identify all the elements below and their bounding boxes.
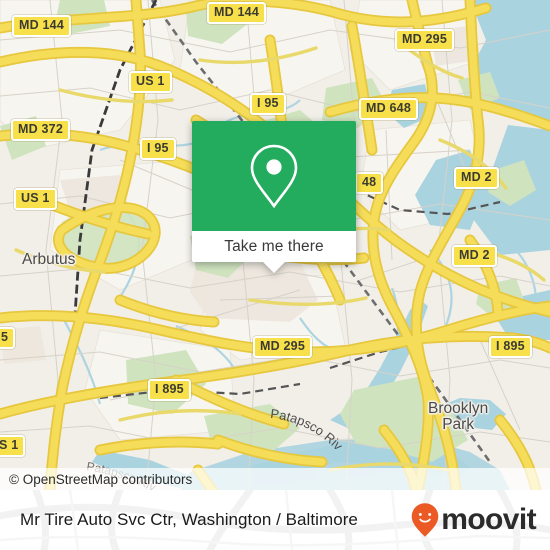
road-shield-md648: MD 648 — [359, 98, 418, 120]
place-label-line-2: Park — [442, 416, 475, 433]
road-shield-i95-a: I 95 — [250, 93, 286, 115]
road-shield-edge-5: 5 — [0, 327, 16, 349]
road-shield-md144-b: MD 144 — [207, 2, 266, 24]
moovit-map-screenshot: MD 144 MD 144 MD 295 US 1 I 95 MD 648 MD… — [0, 0, 550, 550]
location-title: Mr Tire Auto Svc Ctr, Washington / Balti… — [20, 510, 358, 529]
take-me-there-button[interactable]: Take me there — [192, 231, 356, 262]
road-shield-md144-a: MD 144 — [12, 15, 71, 37]
road-shield-us1-edge: S 1 — [0, 435, 26, 457]
map-canvas[interactable]: MD 144 MD 144 MD 295 US 1 I 95 MD 648 MD… — [0, 0, 550, 490]
moovit-pin-smiley-icon — [411, 503, 439, 537]
map-attribution: © OpenStreetMap contributors — [0, 468, 550, 490]
location-callout-card[interactable]: Take me there — [192, 121, 356, 273]
road-shield-md372: MD 372 — [11, 119, 70, 141]
attribution-text: © OpenStreetMap contributors — [9, 471, 193, 487]
road-shield-i95-b: I 95 — [140, 138, 176, 160]
road-shield-md2-a: MD 2 — [454, 167, 499, 189]
moovit-wordmark: moovit — [441, 503, 536, 536]
place-label-brooklyn-park: Brooklyn Park — [428, 401, 488, 433]
road-shield-i895-a: I 895 — [489, 336, 532, 358]
callout-marker-panel — [192, 121, 356, 231]
road-shield-md295-a: MD 295 — [395, 29, 454, 51]
road-shield-us1-b: US 1 — [14, 188, 57, 210]
footer-bar: Mr Tire Auto Svc Ctr, Washington / Balti… — [0, 490, 550, 550]
road-shield-md648-occluded: 48 — [355, 172, 384, 194]
road-shield-md2-b: MD 2 — [452, 245, 497, 267]
road-shield-i895-b: I 895 — [148, 379, 191, 401]
road-shield-us1-a: US 1 — [129, 71, 172, 93]
moovit-brand[interactable]: moovit — [410, 502, 537, 538]
map-pin-icon — [250, 144, 298, 209]
place-label-arbutus: Arbutus — [22, 251, 76, 268]
take-me-there-label: Take me there — [224, 237, 324, 255]
place-label-line-1: Brooklyn — [428, 400, 489, 417]
callout-pointer-tail — [263, 262, 285, 273]
road-shield-md295-b: MD 295 — [253, 336, 312, 358]
